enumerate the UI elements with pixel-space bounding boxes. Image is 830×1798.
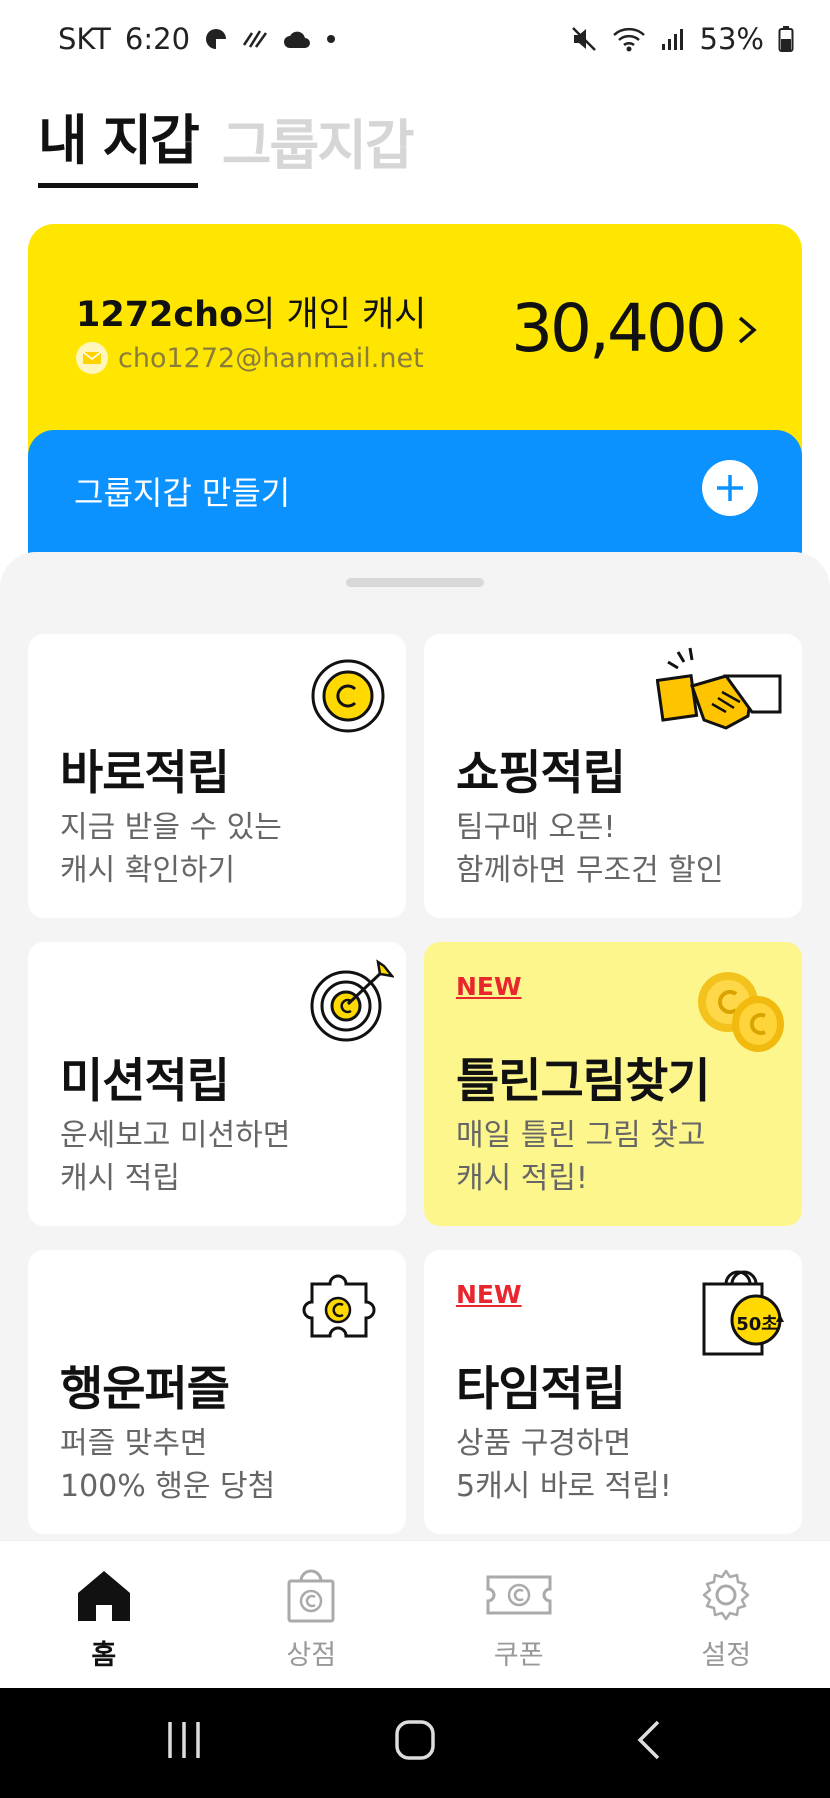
store-bag-icon: [287, 1569, 335, 1623]
card-title: 미션적립: [60, 1054, 230, 1109]
card-description: 상품 구경하면 5캐시 바로 적립!: [456, 1422, 672, 1508]
target-icon: [310, 959, 394, 1042]
add-group-wallet-button[interactable]: [702, 460, 758, 516]
recent-apps-icon[interactable]: [164, 1718, 204, 1762]
plus-icon: [717, 475, 743, 501]
handshake-icon: [656, 647, 782, 730]
card-description: 팀구매 오픈! 함께하면 무조건 할인: [456, 806, 723, 892]
card-time-earn[interactable]: NEW 50초 타임적립 상품 구경하면 5캐시 바로 적립!: [424, 1250, 802, 1534]
wallet-email-row: cho1272@hanmail.net: [76, 342, 424, 374]
card-description-line: 팀구매 오픈!: [456, 810, 616, 845]
wallet-owner-suffix: 의 개인 캐시: [243, 295, 427, 335]
coupon-icon: [486, 1575, 552, 1615]
mail-icon: [76, 342, 108, 374]
nav-home[interactable]: 홈: [0, 1541, 208, 1688]
puzzle-icon: [302, 1274, 376, 1338]
card-description: 운세보고 미션하면 캐시 적립: [60, 1114, 290, 1200]
more-notifications-dot-icon: [327, 35, 336, 43]
feature-sheet: 바로적립 지금 받을 수 있는 캐시 확인하기 쇼핑적립 팀구매 오픈! 함께하…: [0, 552, 830, 1552]
nav-store[interactable]: 상점: [208, 1541, 416, 1688]
tab-group-wallet[interactable]: 그룹지갑: [222, 101, 415, 188]
card-description-line: 매일 틀린 그림 찾고: [456, 1118, 706, 1153]
card-description-line: 지금 받을 수 있는: [60, 810, 282, 845]
tab-my-wallet[interactable]: 내 지갑: [38, 96, 200, 188]
carrier-label: SKT: [58, 22, 111, 56]
card-description: 퍼즐 맞추면 100% 행운 당첨: [60, 1422, 275, 1508]
nav-settings[interactable]: 설정: [623, 1541, 830, 1688]
nav-label: 설정: [701, 1640, 752, 1671]
card-description-line: 캐시 확인하기: [60, 853, 236, 888]
gear-icon: [703, 1569, 750, 1621]
card-shopping-earn[interactable]: 쇼핑적립 팀구매 오픈! 함께하면 무조건 할인: [424, 634, 802, 918]
chevron-right-icon[interactable]: [732, 310, 762, 350]
wallet-tabs: 내 지갑 그룹지갑: [38, 108, 415, 188]
wallet-owner: 1272cho의 개인 캐시: [76, 286, 426, 337]
card-description-line: 캐시 적립: [60, 1161, 180, 1196]
cash-balance[interactable]: 30,400: [511, 290, 727, 367]
wifi-icon: [612, 27, 645, 52]
app-notification-icon: [206, 29, 227, 49]
bottom-nav: 홈 상점 쿠폰 설정: [0, 1540, 830, 1688]
card-description-line: 5캐시 바로 적립!: [456, 1469, 672, 1504]
card-description-line: 상품 구경하면: [456, 1426, 632, 1461]
card-description-line: 캐시 적립!: [456, 1161, 588, 1196]
cloud-icon: [284, 31, 311, 48]
nav-coupon[interactable]: 쿠폰: [415, 1541, 623, 1688]
wallet-email: cho1272@hanmail.net: [118, 342, 424, 374]
battery-icon: [778, 26, 794, 52]
nav-label: 홈: [91, 1640, 117, 1671]
battery-percent: 53%: [699, 22, 764, 56]
card-description: 지금 받을 수 있는 캐시 확인하기: [60, 806, 282, 892]
card-description-line: 100% 행운 당첨: [60, 1469, 276, 1504]
nav-label: 쿠폰: [493, 1640, 544, 1671]
mute-icon: [571, 27, 596, 51]
status-bar: SKT 6:20 53%: [0, 0, 830, 80]
card-spot-difference[interactable]: NEW 틀린그림찾기 매일 틀린 그림 찾고 캐시 적립!: [424, 942, 802, 1226]
card-title: 쇼핑적립: [456, 746, 626, 801]
data-saver-icon: [242, 30, 268, 48]
card-description-line: 운세보고 미션하면: [60, 1118, 291, 1153]
card-mission-earn[interactable]: 미션적립 운세보고 미션하면 캐시 적립: [28, 942, 406, 1226]
new-badge: NEW: [456, 972, 522, 1001]
card-title: 행운퍼즐: [60, 1362, 230, 1417]
card-title: 타임적립: [456, 1362, 626, 1417]
system-navigation-bar: [0, 1688, 830, 1798]
nav-label: 상점: [286, 1640, 337, 1671]
card-lucky-puzzle[interactable]: 행운퍼즐 퍼즐 맞추면 100% 행운 당첨: [28, 1250, 406, 1534]
card-description-line: 함께하면 무조건 할인: [456, 853, 724, 888]
wallet-owner-name: 1272cho: [76, 295, 244, 335]
clock: 6:20: [124, 22, 191, 56]
home-button-icon[interactable]: [394, 1718, 436, 1762]
create-group-wallet-label: 그룹지갑 만들기: [74, 474, 291, 512]
card-title: 틀린그림찾기: [456, 1054, 710, 1109]
card-title: 바로적립: [60, 746, 230, 801]
timer-label: 50초: [736, 1314, 778, 1335]
card-description: 매일 틀린 그림 찾고 캐시 적립!: [456, 1114, 705, 1200]
back-icon[interactable]: [634, 1718, 664, 1762]
coin-icon: [311, 659, 385, 733]
home-icon: [77, 1571, 130, 1621]
card-instant-earn[interactable]: 바로적립 지금 받을 수 있는 캐시 확인하기: [28, 634, 406, 918]
sheet-drag-handle[interactable]: [346, 578, 484, 587]
new-badge: NEW: [456, 1280, 522, 1309]
card-description-line: 퍼즐 맞추면: [60, 1426, 208, 1461]
signal-icon: [661, 29, 683, 50]
